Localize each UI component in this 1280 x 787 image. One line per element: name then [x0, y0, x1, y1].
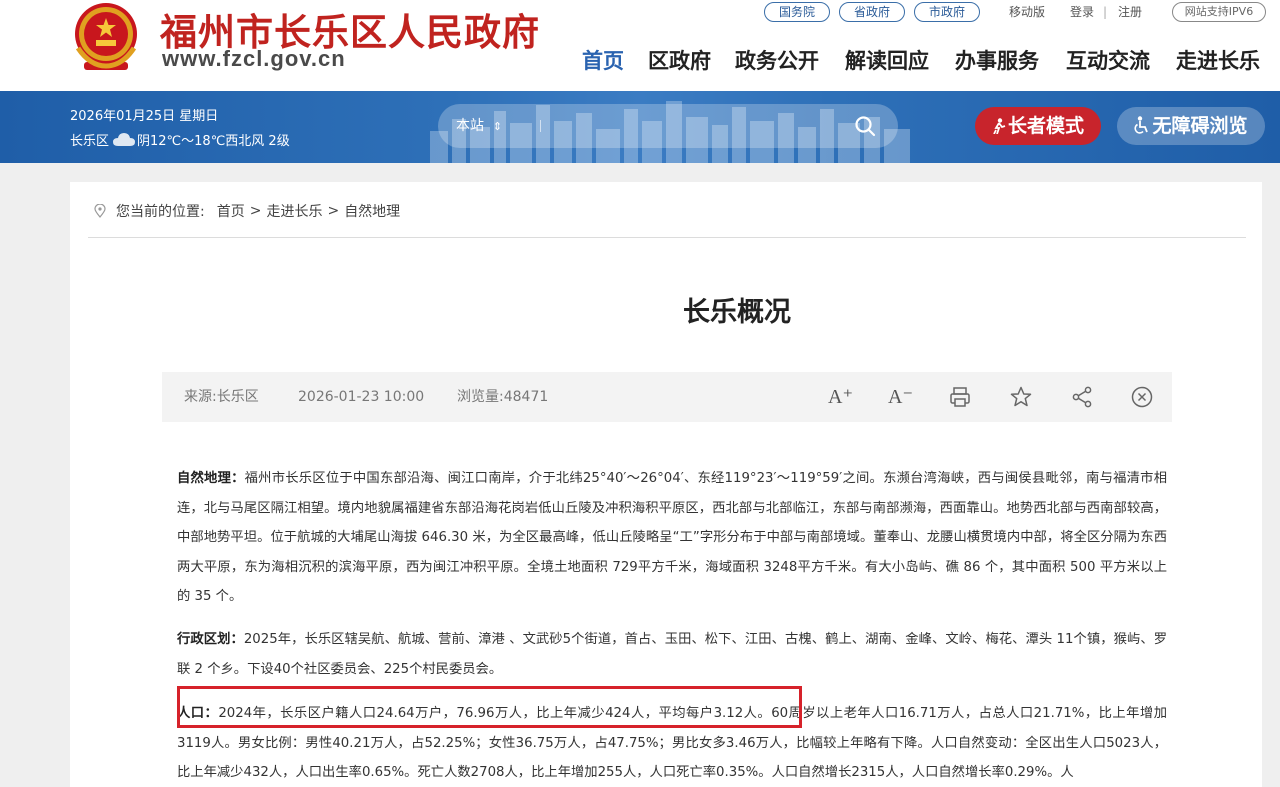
state-council-link[interactable]: 国务院: [764, 2, 830, 22]
site-domain: www.fzcl.gov.cn: [162, 46, 346, 71]
breadcrumb-prefix: 您当前的位置:: [116, 204, 205, 220]
register-link[interactable]: 注册: [1118, 2, 1142, 22]
accessibility-button[interactable]: 无障碍浏览: [1117, 107, 1265, 145]
breadcrumb-separator: >: [327, 203, 340, 219]
link-separator: |: [1103, 5, 1108, 19]
scope-arrow-icon: ⇕: [492, 120, 503, 133]
national-emblem-logo[interactable]: [70, 0, 142, 74]
geography-lead: 自然地理：: [177, 471, 245, 486]
divider: [88, 237, 1246, 238]
current-date: 2026年01月25日 星期日: [70, 109, 219, 124]
login-link[interactable]: 登录: [1070, 2, 1094, 22]
breadcrumb-separator: >: [249, 203, 262, 219]
breadcrumb-current[interactable]: 自然地理: [344, 201, 400, 221]
article-meta-bar: 来源:长乐区 2026-01-23 10:00 浏览量:48471 A⁺ A⁻: [162, 372, 1172, 422]
nav-interpretation[interactable]: 解读回应: [845, 46, 929, 76]
elder-mode-button[interactable]: 长者模式: [975, 107, 1101, 145]
breadcrumb: 您当前的位置: 首页 > 走进长乐 > 自然地理: [94, 201, 400, 221]
search-scope-select[interactable]: 本站 ⇕: [456, 104, 502, 148]
search-box: 本站 ⇕: [438, 104, 898, 148]
favorite-star-icon[interactable]: [1009, 385, 1033, 409]
site-header: 福州市长乐区人民政府 www.fzcl.gov.cn 国务院 省政府 市政府 移…: [0, 0, 1280, 91]
article-source: 来源:长乐区: [184, 389, 259, 405]
paragraph-administration: 行政区划：2025年，长乐区辖吴航、航城、营前、漳港 、文武砂5个街道，首占、玉…: [177, 625, 1167, 684]
province-gov-link[interactable]: 省政府: [839, 2, 905, 22]
accessibility-icon: [1134, 116, 1149, 134]
accessibility-label: 无障碍浏览: [1152, 115, 1248, 137]
administration-body: 2025年，长乐区辖吴航、航城、营前、漳港 、文武砂5个街道，首占、玉田、松下、…: [177, 632, 1168, 677]
share-icon[interactable]: [1070, 385, 1094, 409]
ipv6-badge[interactable]: 网站支持IPV6: [1172, 2, 1266, 22]
breadcrumb-about[interactable]: 走进长乐: [266, 201, 322, 221]
red-highlight-annotation: [177, 686, 802, 728]
cloud-icon: [113, 132, 136, 146]
article-views: 浏览量:48471: [457, 389, 549, 405]
article-datetime: 2026-01-23 10:00: [298, 389, 425, 405]
nav-services[interactable]: 办事服务: [955, 46, 1039, 76]
geography-body: 福州市长乐区位于中国东部沿海、闽江口南岸，介于北纬25°40′～26°04′、东…: [177, 471, 1167, 604]
weather-location: 长乐区: [70, 134, 110, 149]
city-gov-link[interactable]: 市政府: [914, 2, 980, 22]
content-card: 您当前的位置: 首页 > 走进长乐 > 自然地理 长乐概况 来源:长乐区 202…: [70, 182, 1262, 787]
search-scope-label: 本站: [456, 118, 484, 134]
nav-gov-affairs[interactable]: 政务公开: [735, 46, 819, 76]
nav-about-changle[interactable]: 走进长乐: [1176, 46, 1260, 76]
elder-mode-label: 长者模式: [1007, 115, 1084, 137]
nav-district-gov[interactable]: 区政府: [648, 46, 711, 76]
nav-home[interactable]: 首页: [582, 46, 624, 76]
font-larger-icon[interactable]: A⁺: [828, 385, 853, 409]
font-smaller-icon[interactable]: A⁻: [888, 385, 913, 409]
mobile-version-link[interactable]: 移动版: [1009, 2, 1045, 22]
print-icon[interactable]: [948, 385, 972, 409]
paragraph-geography: 自然地理：福州市长乐区位于中国东部沿海、闽江口南岸，介于北纬25°40′～26°…: [177, 464, 1167, 612]
administration-lead: 行政区划：: [177, 632, 244, 647]
breadcrumb-home[interactable]: 首页: [217, 201, 245, 221]
search-divider: [540, 120, 541, 132]
close-icon[interactable]: [1130, 385, 1154, 409]
location-pin-icon: [94, 204, 106, 218]
nav-interaction[interactable]: 互动交流: [1066, 46, 1150, 76]
elder-icon: [993, 118, 1006, 135]
weather-text: 阴12℃～18℃西北风 2级: [137, 134, 290, 149]
banner: 2026年01月25日 星期日 长乐区 阴12℃～18℃西北风 2级 本站 ⇕ …: [0, 91, 1280, 163]
weather-info: 长乐区 阴12℃～18℃西北风 2级: [70, 130, 290, 149]
search-input[interactable]: [548, 112, 848, 140]
article-title: 长乐概况: [683, 297, 791, 328]
search-icon[interactable]: [854, 115, 876, 137]
